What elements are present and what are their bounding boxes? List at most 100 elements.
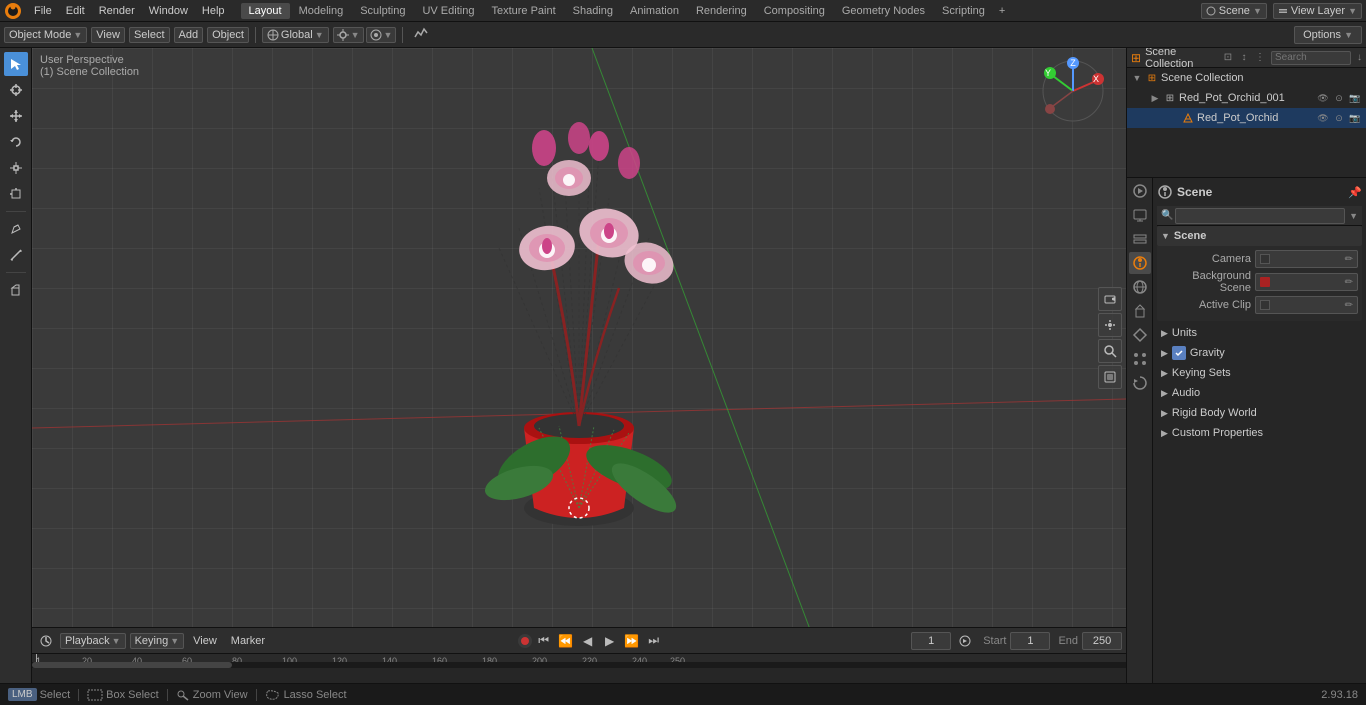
transform-tool[interactable] xyxy=(4,182,28,206)
object-mode-dropdown[interactable]: Object Mode ▼ xyxy=(4,27,87,43)
object-dropdown[interactable]: Object xyxy=(207,27,249,43)
prop-btn-particles[interactable] xyxy=(1129,348,1151,370)
orchid-select-btn[interactable]: ⊙ xyxy=(1332,111,1346,125)
tab-scripting[interactable]: Scripting xyxy=(934,3,993,19)
outliner-more-btn[interactable]: ⋮ xyxy=(1253,51,1267,65)
tab-animation[interactable]: Animation xyxy=(622,3,687,19)
prop-btn-world[interactable] xyxy=(1129,276,1151,298)
tab-texture-paint[interactable]: Texture Paint xyxy=(483,3,563,19)
expand-scene-collection[interactable]: ▼ xyxy=(1131,72,1143,84)
orchid-001-select-btn[interactable]: ⊙ xyxy=(1332,91,1346,105)
tab-sculpting[interactable]: Sculpting xyxy=(352,3,413,19)
orchid-render-btn[interactable]: 📷 xyxy=(1348,111,1362,125)
step-forward-btn[interactable]: ⏩ xyxy=(622,631,642,651)
prop-btn-object[interactable] xyxy=(1129,300,1151,322)
active-clip-picker-btn[interactable]: ✏ xyxy=(1345,300,1353,311)
expand-orchid-001[interactable]: ▶ xyxy=(1149,92,1161,104)
orchid-001-view-btn[interactable]: 👁 xyxy=(1316,91,1330,105)
active-clip-value[interactable]: ✏ xyxy=(1255,296,1358,314)
add-cube-tool[interactable] xyxy=(4,278,28,302)
keying-sets-section[interactable]: ▶ Keying Sets xyxy=(1157,363,1362,383)
skip-last-btn[interactable]: ⏭ xyxy=(644,631,664,651)
outliner-row-orchid-001[interactable]: ▶ ⊞ Red_Pot_Orchid_001 👁 ⊙ 📷 xyxy=(1127,88,1366,108)
annotate-tool[interactable] xyxy=(4,217,28,241)
prop-btn-modifier[interactable] xyxy=(1129,324,1151,346)
outliner-row-orchid[interactable]: Red_Pot_Orchid 👁 ⊙ 📷 xyxy=(1127,108,1366,128)
tab-layout[interactable]: Layout xyxy=(241,3,290,19)
expand-orchid[interactable] xyxy=(1167,112,1179,124)
orchid-001-render-btn[interactable]: 📷 xyxy=(1348,91,1362,105)
prop-pin-btn[interactable]: 📌 xyxy=(1348,186,1362,199)
tab-shading[interactable]: Shading xyxy=(565,3,621,19)
camera-picker-btn[interactable]: ✏ xyxy=(1345,254,1353,265)
measure-tool[interactable] xyxy=(4,243,28,267)
scene-section-header[interactable]: ▼ Scene xyxy=(1157,226,1362,246)
view-dropdown[interactable]: View xyxy=(91,27,125,43)
prop-btn-scene[interactable] xyxy=(1129,252,1151,274)
options-button[interactable]: Options ▼ xyxy=(1294,26,1362,44)
rotate-tool[interactable] xyxy=(4,130,28,154)
prop-btn-physics[interactable] xyxy=(1129,372,1151,394)
background-scene-value[interactable]: ✏ xyxy=(1255,273,1358,291)
prop-btn-render[interactable] xyxy=(1129,180,1151,202)
record-btn[interactable] xyxy=(518,634,532,648)
tab-geometry-nodes[interactable]: Geometry Nodes xyxy=(834,3,933,19)
prop-btn-view-layer[interactable] xyxy=(1129,228,1151,250)
scale-tool[interactable] xyxy=(4,156,28,180)
proportional-editing-btn[interactable]: ▼ xyxy=(366,27,397,43)
tab-uv-editing[interactable]: UV Editing xyxy=(414,3,482,19)
units-section[interactable]: ▶ Units xyxy=(1157,323,1362,343)
audio-section[interactable]: ▶ Audio xyxy=(1157,383,1362,403)
prop-btn-output[interactable] xyxy=(1129,204,1151,226)
end-frame-input[interactable] xyxy=(1082,632,1122,650)
scene-selector[interactable]: Scene ▼ xyxy=(1201,3,1267,19)
move-tool[interactable] xyxy=(4,104,28,128)
camera-view-btn[interactable] xyxy=(1098,287,1122,311)
tab-rendering[interactable]: Rendering xyxy=(688,3,755,19)
zoom-tool-btn[interactable] xyxy=(1098,339,1122,363)
navigation-gizmo[interactable]: X Y Z xyxy=(1038,56,1118,136)
play-back-btn[interactable]: ◀ xyxy=(578,631,598,651)
local-view-btn[interactable] xyxy=(1098,365,1122,389)
timeline-ruler[interactable]: 1 20 40 60 80 100 120 140 160 180 200 22… xyxy=(32,654,1126,668)
outliner-search-icon[interactable]: ↓ xyxy=(1357,52,1362,63)
rigid-body-section[interactable]: ▶ Rigid Body World xyxy=(1157,403,1362,423)
select-tool[interactable] xyxy=(4,52,28,76)
tab-compositing[interactable]: Compositing xyxy=(756,3,833,19)
snap-button[interactable]: ▼ xyxy=(333,27,364,43)
orchid-view-btn[interactable]: 👁 xyxy=(1316,111,1330,125)
keying-dropdown[interactable]: Keying ▼ xyxy=(130,633,185,649)
prop-search-dropdown[interactable]: ▼ xyxy=(1349,211,1358,221)
view-menu-btn[interactable]: View xyxy=(188,634,222,648)
tab-add-button[interactable]: + xyxy=(994,3,1010,19)
timeline-mode-btn[interactable] xyxy=(36,631,56,651)
start-frame-input[interactable] xyxy=(1010,632,1050,650)
graph-btn[interactable] xyxy=(409,26,433,43)
menu-edit[interactable]: Edit xyxy=(60,3,91,19)
camera-value[interactable]: ✏ xyxy=(1255,250,1358,268)
outliner-search[interactable] xyxy=(1271,51,1351,65)
skip-first-btn[interactable]: ⏮ xyxy=(534,631,554,651)
gravity-section[interactable]: ▶ Gravity xyxy=(1157,343,1362,363)
view-layer-selector[interactable]: View Layer ▼ xyxy=(1273,3,1362,19)
outliner-sort-btn[interactable]: ↕ xyxy=(1237,51,1251,65)
transform-dropdown[interactable]: Global ▼ xyxy=(262,27,329,43)
pan-tool-btn[interactable] xyxy=(1098,313,1122,337)
play-btn[interactable]: ▶ xyxy=(600,631,620,651)
custom-props-section[interactable]: ▶ Custom Properties xyxy=(1157,423,1362,443)
bg-scene-picker-btn[interactable]: ✏ xyxy=(1345,277,1353,288)
timeline-scrollbar-thumb[interactable] xyxy=(32,662,232,668)
menu-window[interactable]: Window xyxy=(143,3,194,19)
viewport[interactable]: User Perspective (1) Scene Collection X xyxy=(32,48,1126,627)
menu-help[interactable]: Help xyxy=(196,3,231,19)
current-frame-input[interactable] xyxy=(911,632,951,650)
add-dropdown[interactable]: Add xyxy=(174,27,204,43)
gravity-checkbox[interactable] xyxy=(1172,346,1186,360)
outliner-row-scene-collection[interactable]: ▼ ⊞ Scene Collection xyxy=(1127,68,1366,88)
marker-btn[interactable]: Marker xyxy=(226,634,270,648)
step-back-btn[interactable]: ⏪ xyxy=(556,631,576,651)
select-dropdown[interactable]: Select xyxy=(129,27,170,43)
prop-search-input[interactable] xyxy=(1175,208,1345,224)
playback-dropdown[interactable]: Playback ▼ xyxy=(60,633,126,649)
timeline-scrollbar[interactable] xyxy=(32,662,1126,668)
